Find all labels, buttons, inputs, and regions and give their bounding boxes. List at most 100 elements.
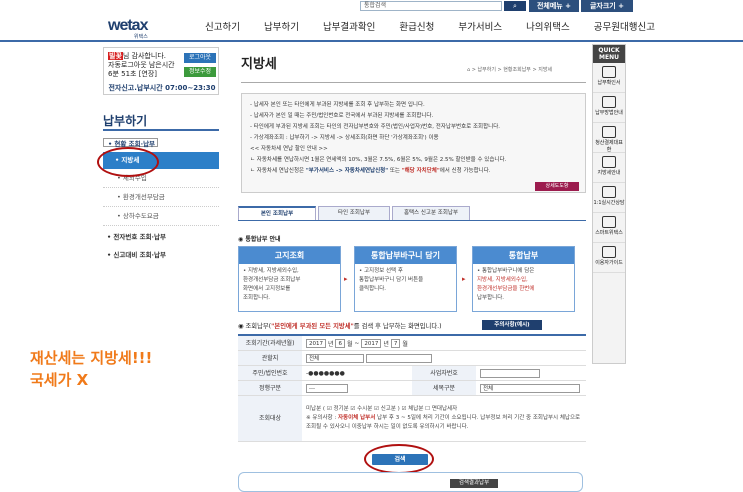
logo-subtext: 위택스	[134, 34, 148, 40]
category-select[interactable]: ---	[306, 383, 348, 393]
gnb-item-pay[interactable]: 납부하기	[264, 18, 299, 38]
global-nav: 신고하기 납부하기 납부결과확인 환급신청 부가서비스 나의위택스 공무원대행신…	[205, 18, 679, 38]
search-section-title: ◉ 조회납부("본인에게 부과된 모든 지방세"를 검색 후 납부하는 화면입니…	[238, 323, 442, 330]
month-from-select[interactable]: 6	[335, 338, 345, 348]
gnb-item-official[interactable]: 공무원대행신고	[594, 18, 655, 38]
annotation-note: 재산세는 지방세!!! 국세가 X	[30, 349, 153, 389]
quick-item-method[interactable]: 납부방법안내	[593, 93, 625, 123]
info-line: - 납세자 본인 또는 타인에게 부과된 지방세를 조회 후 납부하는 화면 입…	[250, 102, 425, 108]
month-to-select[interactable]: 7	[390, 338, 401, 348]
tab-bar: 본인 조회납부 타인 조회납부 홈택스 신고분 조회납부	[238, 206, 472, 220]
target-checkboxes[interactable]: 미납분 ( ☑ 정기분 ☑ 수시분 ☑ 신고분 ) ☑ 체납분 ☐ 면대납세자	[306, 405, 457, 414]
lnb-group-status[interactable]: • 현황 조회·납부	[103, 138, 159, 148]
service-time: 전자신고.납부시간 07:00~23:30	[108, 84, 216, 92]
info-line: - 납세자가 본인 일 때는 주민/법인번호로 전국에서 부과된 지방세를 조회…	[250, 113, 434, 119]
wetax-logo[interactable]: wetax 위택스	[108, 17, 168, 40]
tab-hometax[interactable]: 홈택스 신고분 조회납부	[392, 206, 470, 220]
arrow-icon: ▸	[344, 275, 348, 283]
page-title: 지방세	[241, 57, 277, 72]
login-greeting: 빌꽃님 감사합니다. 자동로그아웃 남은시간 6분 51초 [연장]	[108, 52, 175, 78]
search-form: 조회기간(과세년월) 2017 년 6월 ~ 2017 년 7월 관할지 전체 주민…	[238, 334, 586, 442]
result-pay-button[interactable]: 검색결과납부	[450, 479, 498, 488]
form-row-id: 주민/법인번호 -●●●●●●● 사업자번호	[238, 366, 586, 381]
subregion-select[interactable]	[366, 353, 432, 363]
tab-other[interactable]: 타인 조회납부	[318, 206, 390, 220]
lnb-item-water[interactable]: • 상하수도요금	[103, 207, 219, 226]
card-body: • 고지정보 선택 후 통합납부바구니 담기 버튼을 클릭합니다.	[359, 268, 424, 292]
monitor-icon	[602, 186, 616, 198]
guide-card-basket: 통합납부바구니 담기 • 고지정보 선택 후 통합납부바구니 담기 버튼을 클릭합니…	[354, 246, 457, 312]
gnb-item-extra[interactable]: 부가서비스	[458, 18, 502, 38]
year-to-select[interactable]: 2017	[361, 338, 382, 348]
id-field[interactable]: -●●●●●●●	[306, 370, 345, 377]
book-icon	[602, 156, 616, 168]
card-header: 고지조회	[239, 247, 340, 264]
region-select[interactable]: 전체	[306, 353, 364, 363]
form-row-category: 정행구분 --- 세목구분 전체	[238, 381, 586, 396]
guide-book-icon	[602, 246, 616, 258]
breadcrumb: ⌂ > 납부하기 > 현황조회납부 > 지방세	[467, 67, 553, 73]
phone-icon	[602, 216, 616, 228]
login-box: 빌꽃님 감사합니다. 자동로그아웃 남은시간 6분 51초 [연장] 로그아웃 …	[103, 47, 219, 95]
printer-icon	[602, 66, 616, 78]
notice-button[interactable]: 주의사항(예시)	[482, 320, 542, 330]
quick-menu-title: QUICK MENU	[593, 45, 625, 63]
annotation-circle-menu	[97, 147, 159, 177]
top-search-select[interactable]: 통합검색	[360, 1, 502, 11]
gnb-item-pay-result[interactable]: 납부결과확인	[323, 18, 375, 38]
gnb-item-my[interactable]: 나의위택스	[526, 18, 570, 38]
user-name-badge: 빌꽃	[108, 52, 123, 60]
annotation-circle-search	[364, 444, 434, 474]
font-size-button[interactable]: 글자크기 +	[581, 0, 633, 12]
quick-item-smart[interactable]: 스마트위택스	[593, 213, 625, 243]
quick-menu: QUICK MENU 납부확인서 납부방법안내 청산결제대표환 지방세안내 1:…	[592, 44, 626, 364]
lnb-group-epay[interactable]: • 전자번호 조회·납부	[103, 232, 219, 242]
card-header: 통합납부	[473, 247, 574, 264]
quick-item-settle[interactable]: 청산결제대표환	[593, 123, 625, 153]
discount-title: << 자동차세 연납 할인 안내 >>	[250, 146, 328, 152]
form-row-period: 조회기간(과세년월) 2017 년 6월 ~ 2017 년 7월	[238, 336, 586, 351]
biz-number-field[interactable]	[480, 368, 540, 378]
info-line: - 타인에게 부과된 지방세 조회는 타인의 전자납부번호와 주민(법인/사업자…	[250, 124, 501, 130]
lnb-group-report[interactable]: • 신고대비 조회·납부	[103, 250, 219, 260]
guide-title: ◉ 통합납부 안내	[238, 236, 281, 243]
edit-info-button[interactable]: 정보수정	[184, 67, 216, 77]
search-icon[interactable]: ⌕	[504, 1, 526, 11]
annual-tax-link[interactable]: "부가서비스 -> 자동차세연납신청"	[306, 168, 388, 174]
quick-item-chat[interactable]: 1:1실시간상담	[593, 183, 625, 213]
discount-line: ㄴ 자동차세를 연납하시면 1월은 연세액의 10%, 3월은 7.5%, 6월…	[250, 157, 507, 163]
tab-divider	[238, 220, 586, 221]
card-body: • 지방세, 지방세외수입, 환경개선부담금 조회납부 화면에서 고지정보를 조회합니…	[243, 268, 301, 301]
gnb-item-refund[interactable]: 환급신청	[399, 18, 434, 38]
document-icon	[602, 96, 616, 108]
title-divider	[241, 82, 586, 83]
result-area	[238, 472, 583, 492]
tab-self[interactable]: 본인 조회납부	[238, 206, 316, 220]
form-row-region: 관할지 전체	[238, 351, 586, 366]
info-line: - 가상계좌조회 : 납부하기 -> 지방세 -> 상세조회(화면 하단 '가상…	[250, 135, 439, 141]
guide-card-pay: 통합납부 • 통합납부바구니에 담은 지방세, 지방세외수입, 환경개선부담금을…	[472, 246, 575, 312]
quick-item-guide[interactable]: 지방세안내	[593, 153, 625, 183]
tax-item-select[interactable]: 전체	[480, 383, 580, 393]
discount-line: ㄴ 자동차세 연납신청은 "부가서비스 -> 자동차세연납신청" 또는 "해당 …	[250, 168, 491, 174]
quick-item-userguide[interactable]: 이용자가이드	[593, 243, 625, 273]
target-notice: ※ 유의사항 : 자동이체 납부서 납부 후 3 ~ 5일에 처리 기간이 소요…	[306, 415, 581, 430]
lnb-item-env[interactable]: • 환경개선부담금	[103, 188, 219, 207]
quick-item-receipt[interactable]: 납부확인서	[593, 63, 625, 93]
remain-time[interactable]: 6분 51초 [연장]	[108, 70, 157, 78]
year-from-select[interactable]: 2017	[306, 338, 326, 348]
gnb-item-report[interactable]: 신고하기	[205, 18, 240, 38]
form-row-target: 조회대상 미납분 ( ☑ 정기분 ☑ 수시분 ☑ 신고분 ) ☑ 체납분 ☐ 면…	[238, 396, 586, 442]
calculator-icon	[602, 126, 616, 138]
card-header: 통합납부바구니 담기	[355, 247, 456, 264]
local-gov-link[interactable]: "해당 자치단체"	[402, 168, 440, 174]
info-box: - 납세자 본인 또는 타인에게 부과된 지방세를 조회 후 납부하는 화면 입…	[241, 93, 586, 193]
card-body: • 통합납부바구니에 담은 지방세, 지방세외수입, 환경개선부담금을 한번에 …	[477, 268, 535, 301]
all-menu-button[interactable]: 전체메뉴 +	[529, 0, 579, 12]
guide-card-notice: 고지조회 • 지방세, 지방세외수입, 환경개선부담금 조회납부 화면에서 고지정보…	[238, 246, 341, 312]
arrow-icon: ▸	[462, 275, 466, 283]
lnb-title: 납부하기	[103, 114, 148, 128]
logout-button[interactable]: 로그아웃	[184, 53, 216, 63]
detail-button[interactable]: 상세도도항	[535, 182, 579, 191]
lnb-divider	[103, 129, 219, 131]
